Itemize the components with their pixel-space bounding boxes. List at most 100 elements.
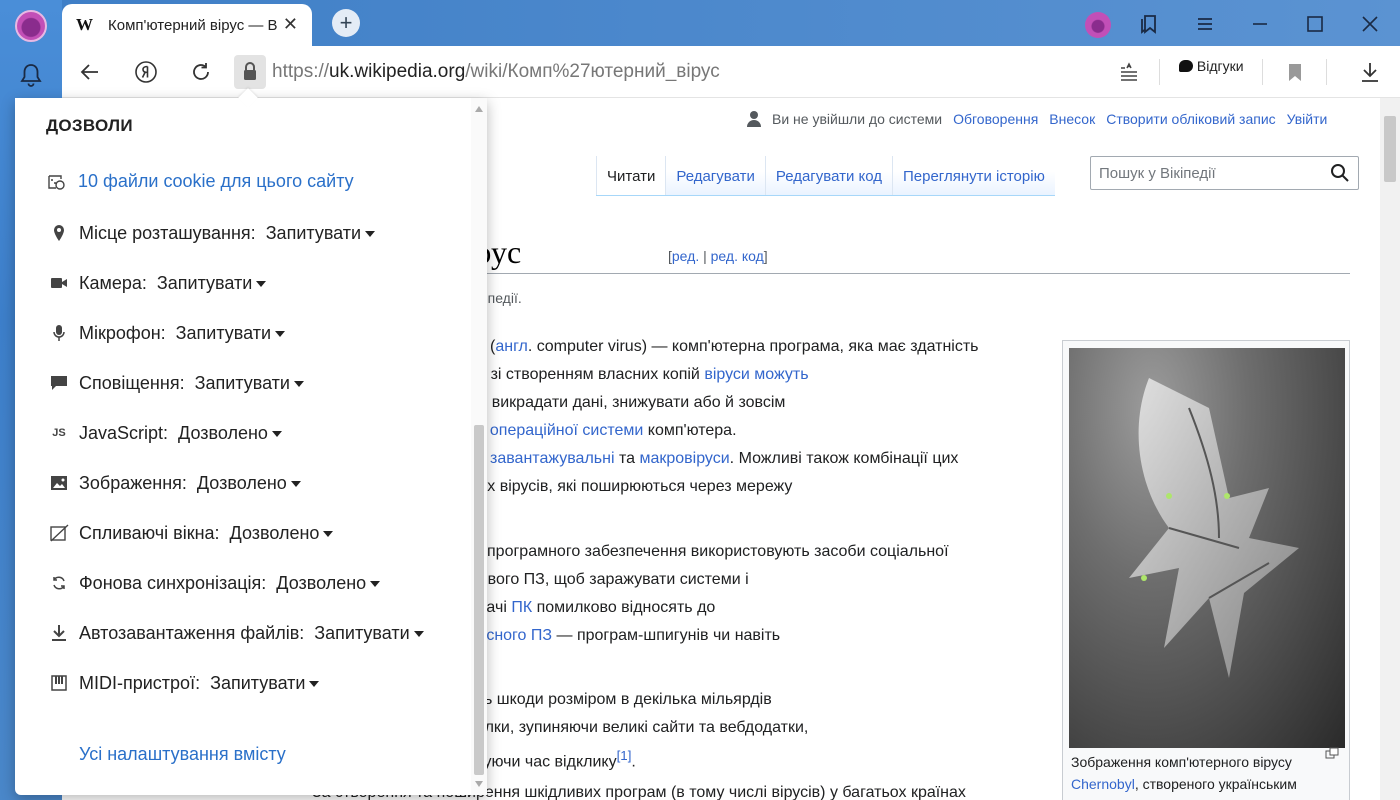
permission-name: Фонова синхронізація: [79,572,267,593]
contributions-link[interactable]: Внесок [1049,111,1095,127]
cookie-icon [48,174,65,190]
feedback-button[interactable]: Відгуки [1179,58,1244,74]
maximize-icon[interactable] [1303,12,1327,36]
profile-menu-icon[interactable] [1085,12,1111,38]
permission-value-dropdown[interactable]: Запитувати [157,273,252,294]
back-arrow-icon[interactable] [78,60,102,84]
chevron-down-icon[interactable] [271,431,282,437]
chevron-down-icon[interactable] [275,331,286,337]
cookies-link[interactable]: 10 файли cookie для цього сайту [46,171,354,192]
permission-value-dropdown[interactable]: Запитувати [176,323,271,344]
notifications-bell-icon[interactable] [19,62,43,88]
profile-avatar[interactable] [15,10,47,42]
infobox-caption: Зображення комп'ютерного вірусу Chernoby… [1071,751,1341,795]
permission-value-dropdown[interactable]: Запитувати [314,623,409,644]
chevron-down-icon[interactable] [365,231,376,237]
permission-row[interactable]: Автозавантаження файлів: Запитувати [48,620,424,646]
search-placeholder: Пошук у Вікіпедії [1099,165,1216,182]
feedback-label: Відгуки [1196,58,1244,74]
close-window-icon[interactable] [1358,12,1382,36]
article-line: завантажувальні та макровіруси. Можливі … [490,445,958,473]
permissions-title: ДОЗВОЛИ [46,116,133,135]
chernobyl-link[interactable]: Chernobyl [1071,776,1135,792]
downloads-icon[interactable] [1358,60,1382,84]
scroll-down-arrow-icon[interactable] [475,781,483,787]
permission-name: MIDI-пристрої: [79,672,201,693]
reader-mode-icon[interactable] [1117,60,1141,84]
popup-scroll-thumb[interactable] [474,425,484,775]
article-link[interactable]: [1] [617,748,632,763]
scroll-up-arrow-icon[interactable] [475,106,483,112]
create-account-link[interactable]: Створити обліковий запис [1106,111,1275,127]
permission-row[interactable]: Спливаючі вікна: Дозволено [48,520,334,546]
permission-value-dropdown[interactable]: Дозволено [178,423,268,444]
close-tab-icon[interactable]: ✕ [283,15,298,33]
article-link[interactable]: ПК [511,599,532,616]
permission-row[interactable]: Мікрофон: Запитувати [48,320,286,346]
minimize-icon[interactable] [1248,12,1272,36]
permission-row[interactable]: MIDI-пристрої: Запитувати [48,670,320,696]
permission-name: Автозавантаження файлів: [79,622,305,643]
title-divider [392,273,1350,274]
virus-image[interactable] [1069,348,1345,748]
talk-link[interactable]: Обговорення [953,111,1038,127]
page-scroll-thumb[interactable] [1384,116,1396,182]
edit-links-separator: | [699,248,711,264]
login-link[interactable]: Увійти [1287,111,1328,127]
chevron-down-icon[interactable] [309,681,320,687]
wikipedia-favicon-icon: W [76,15,93,34]
chevron-down-icon[interactable] [370,581,381,587]
chevron-down-icon[interactable] [413,631,424,637]
permission-value-dropdown[interactable]: Запитувати [266,223,361,244]
chevron-down-icon[interactable] [256,281,267,287]
new-tab-button[interactable]: + [332,9,360,37]
all-content-settings-link[interactable]: Усі налаштування вмісту [79,744,286,765]
permission-row[interactable]: Фонова синхронізація: Дозволено [48,570,381,596]
url-host: uk.wikipedia.org [329,61,466,82]
page-scrollbar[interactable] [1380,98,1400,800]
wiki-search-input[interactable]: Пошук у Вікіпедії [1090,156,1359,190]
permission-row[interactable]: Камера: Запитувати [48,270,267,296]
macrovirus-link[interactable]: макровіруси [639,450,729,467]
yandex-logo-icon[interactable] [134,60,158,84]
permission-value-dropdown[interactable]: Дозволено [276,573,366,594]
line-text: комп'ютера. [643,422,737,439]
bookmark-icon[interactable] [1283,60,1307,84]
tab-edit-source[interactable]: Редагувати код [764,156,892,195]
address-url[interactable]: https://uk.wikipedia.org/wiki/Комп%27юте… [272,61,720,83]
permission-value-dropdown[interactable]: Запитувати [210,673,305,694]
permission-value-dropdown[interactable]: Запитувати [195,373,290,394]
collections-icon[interactable] [1138,12,1162,36]
location-pin-icon [48,222,70,244]
tab-read[interactable]: Читати [596,156,666,195]
permission-value-dropdown[interactable]: Дозволено [197,473,287,494]
chevron-down-icon[interactable] [323,531,334,537]
menu-icon[interactable] [1193,12,1217,36]
article-link[interactable]: завантажувальні [490,450,615,467]
article-link[interactable]: віруси можуть [704,366,808,383]
lock-button[interactable] [234,55,266,89]
article-link[interactable]: операційної системи [490,422,643,439]
javascript-icon: JS [52,427,66,439]
permission-name: JavaScript: [79,422,169,443]
tab-history[interactable]: Переглянути історію [892,156,1055,195]
active-tab[interactable]: W Комп'ютерний вірус — Вікіпедія ✕ [62,4,312,46]
lock-icon [244,62,256,80]
chevron-down-icon[interactable] [293,381,304,387]
edit-link[interactable]: ред. [672,248,699,264]
reload-icon[interactable] [189,60,213,84]
article-link[interactable]: англ [495,338,528,355]
search-icon[interactable] [1330,163,1350,183]
edit-code-link[interactable]: ред. код [711,248,764,264]
not-logged-in-text: Ви не увійшли до системи [772,111,943,127]
permission-row[interactable]: Місце розташування: Запитувати [48,220,376,246]
permission-row[interactable]: JS JavaScript: Дозволено [48,420,282,446]
popup-scrollbar[interactable] [471,98,487,795]
permission-row[interactable]: Сповіщення: Запитувати [48,370,304,396]
caption-text: Зображення комп'ютерного вірусу [1071,754,1292,770]
sync-icon [48,572,70,594]
chevron-down-icon[interactable] [290,481,301,487]
tab-edit[interactable]: Редагувати [665,156,765,195]
permission-value-dropdown[interactable]: Дозволено [230,523,320,544]
permission-row[interactable]: Зображення: Дозволено [48,470,301,496]
